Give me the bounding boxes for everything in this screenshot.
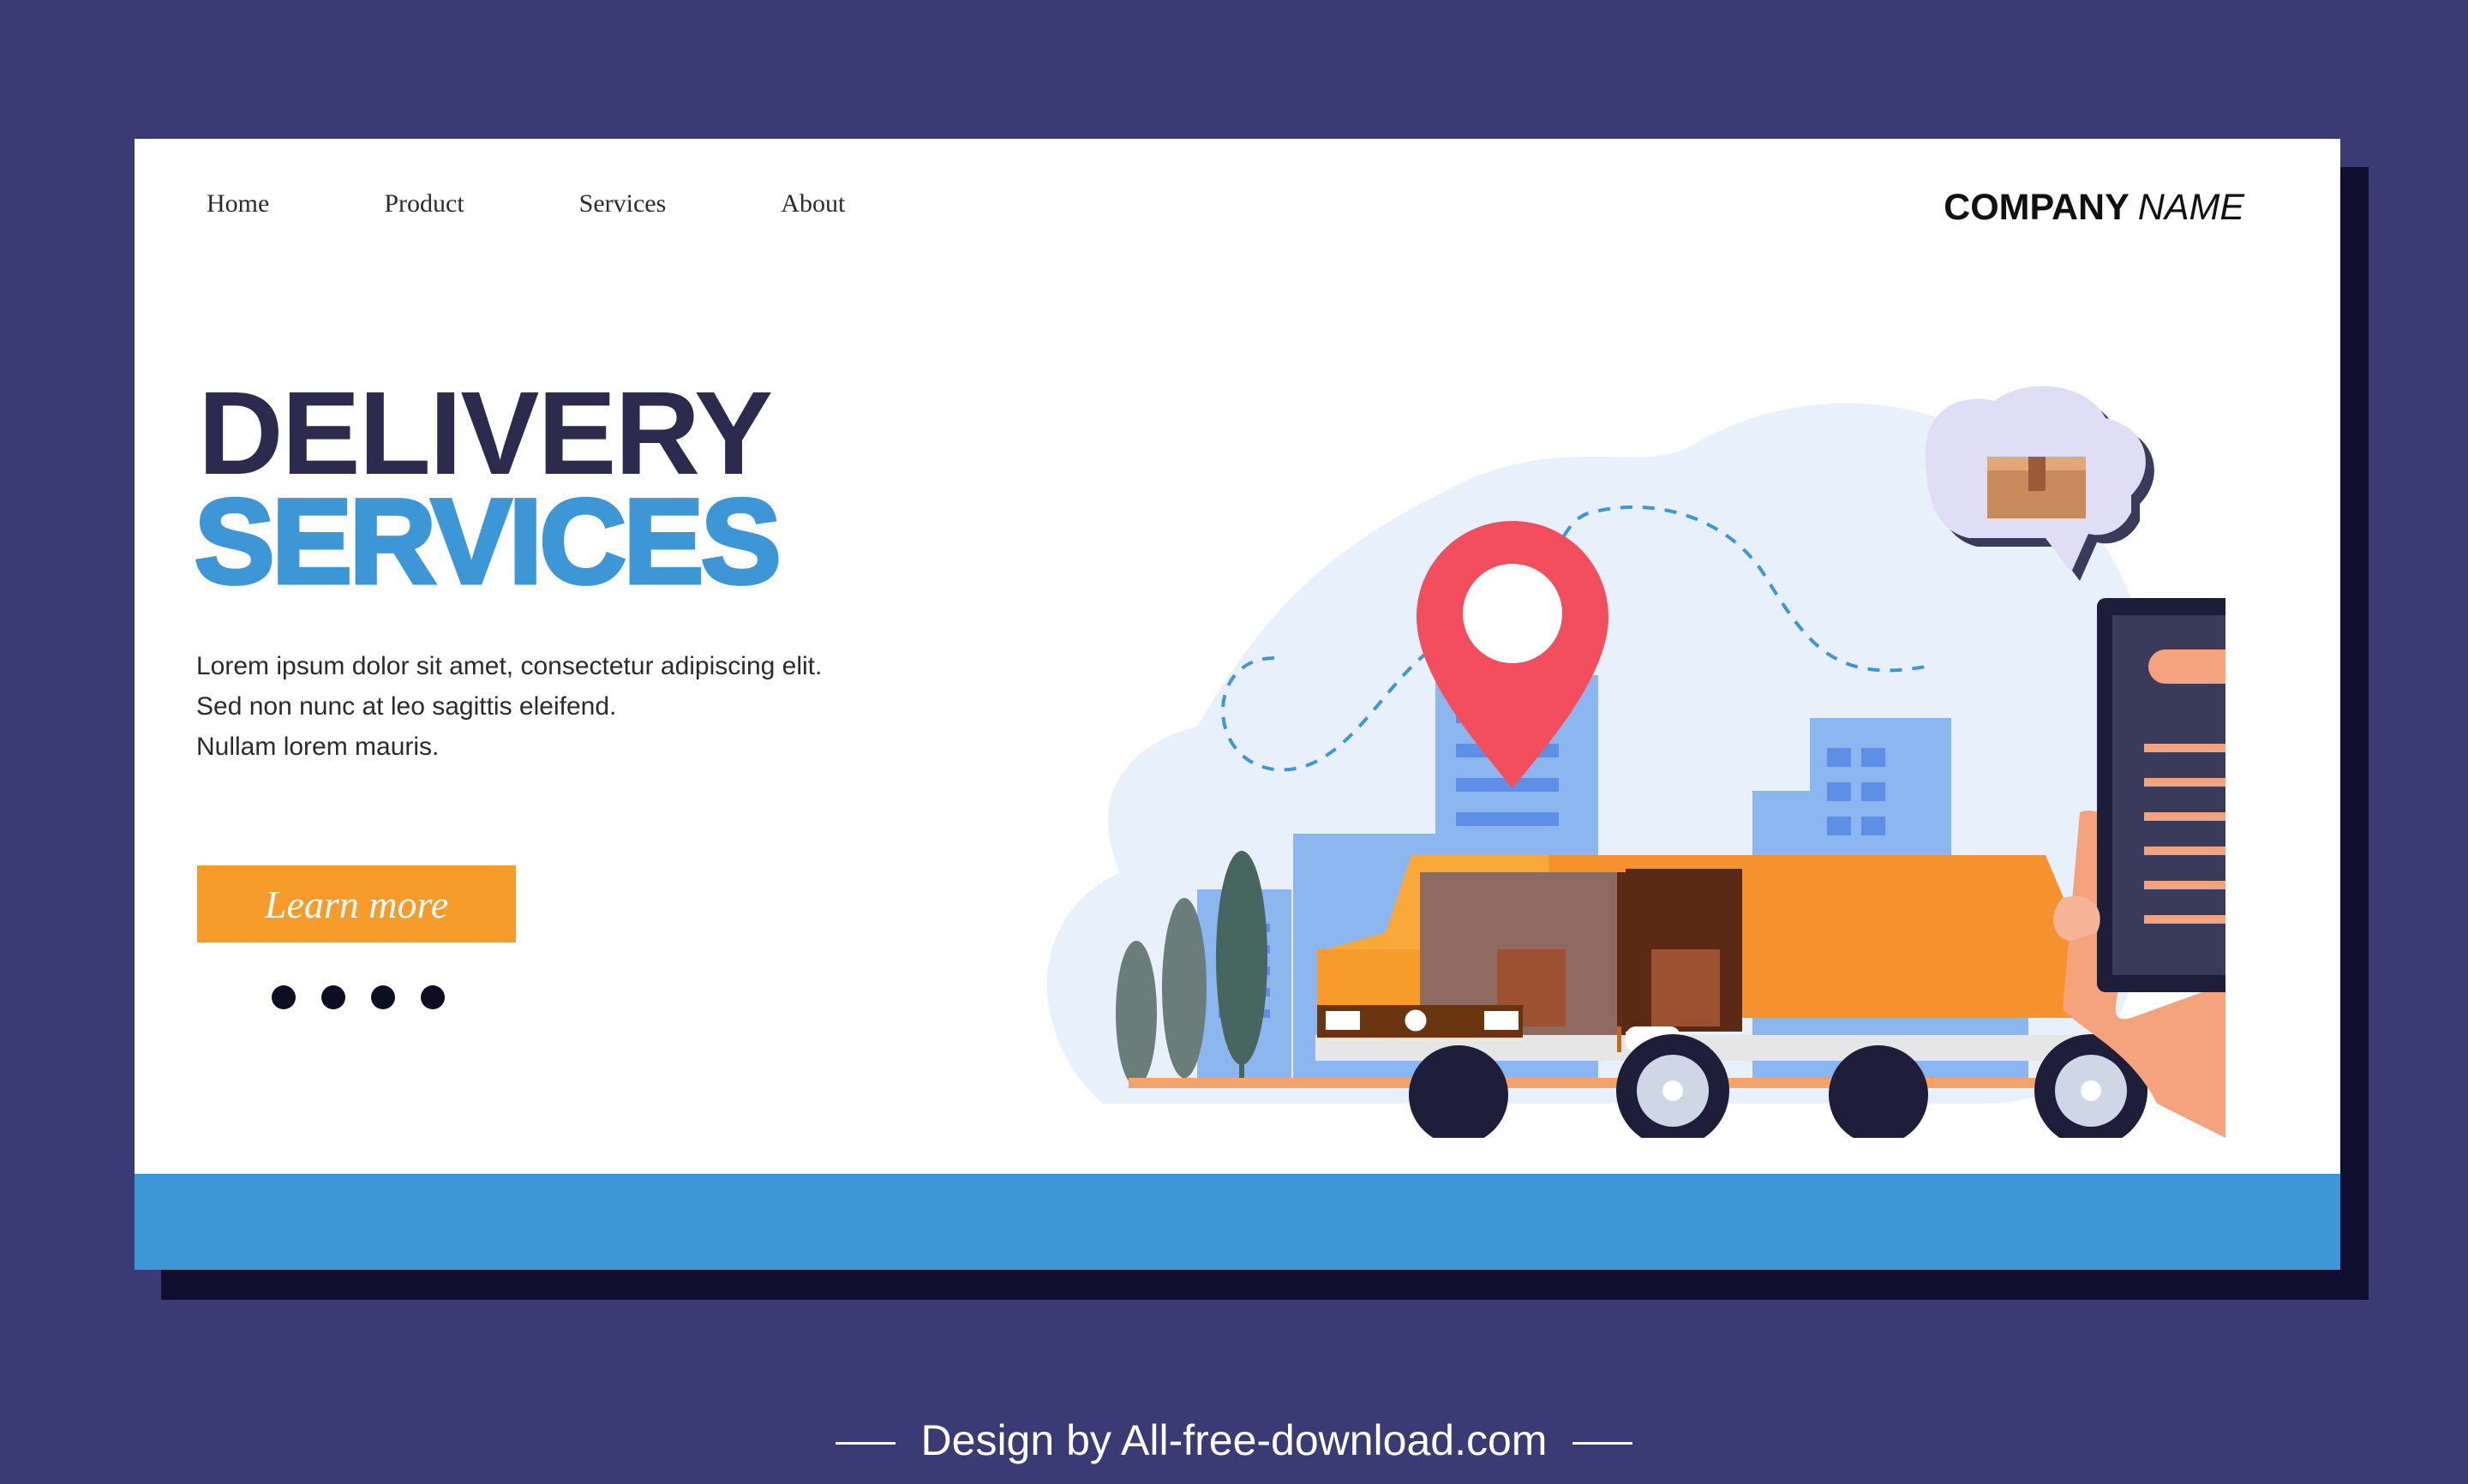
package-box-icon (1987, 457, 2086, 518)
learn-more-button[interactable]: Learn more (197, 865, 516, 942)
company-logo[interactable]: COMPANY NAME (1944, 187, 2244, 229)
carousel-dots (272, 985, 470, 1009)
hero-description: Lorem ipsum dolor sit amet, consectetur … (196, 646, 822, 767)
carousel-dot[interactable] (371, 985, 395, 1009)
carousel-dot[interactable] (421, 985, 445, 1009)
hero-description-line: Nullam lorem mauris. (196, 733, 440, 761)
top-nav: Home Product Services About (207, 191, 960, 217)
hero-description-line: Lorem ipsum dolor sit amet, consectetur … (196, 652, 823, 680)
company-name-bold: COMPANY (1944, 187, 2130, 228)
nav-about[interactable]: About (781, 191, 845, 217)
company-name-italic: NAME (2137, 187, 2244, 228)
credit-text: Design by All-free-download.com (920, 1416, 1548, 1464)
bottom-band (135, 1174, 2340, 1270)
credit-line: Design by All-free-download.com (0, 1415, 2468, 1465)
nav-product[interactable]: Product (384, 191, 464, 217)
delivery-illustration (1046, 386, 2225, 1138)
nav-home[interactable]: Home (207, 191, 269, 217)
hero-description-line: Sed non nunc at leo sagittis eleifend. (196, 692, 617, 721)
credit-line-right (1572, 1442, 1633, 1445)
credit-line-left (835, 1442, 896, 1445)
hero-title-line2: SERVICES (192, 474, 782, 608)
carousel-dot[interactable] (272, 985, 296, 1009)
nav-services[interactable]: Services (579, 191, 667, 217)
landing-card: Home Product Services About COMPANY NAME … (135, 139, 2340, 1270)
carousel-dot[interactable] (321, 985, 345, 1009)
